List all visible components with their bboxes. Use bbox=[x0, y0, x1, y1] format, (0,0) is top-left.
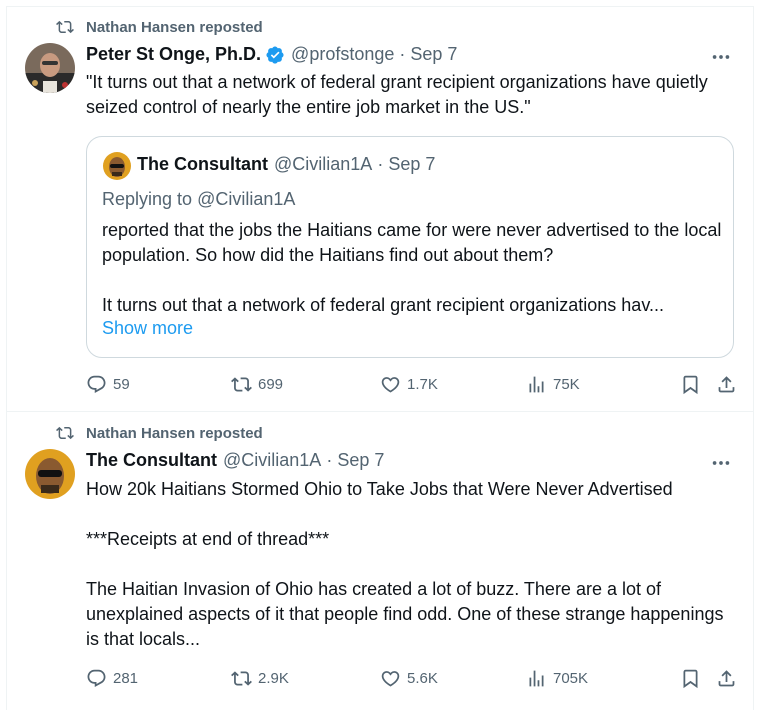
views-icon bbox=[529, 670, 544, 687]
tweet-text: "It turns out that a network of federal … bbox=[86, 72, 713, 117]
tweet[interactable]: Nathan Hansen reposted Peter St Onge, Ph… bbox=[6, 6, 754, 412]
author-handle[interactable]: @Civilian1A bbox=[223, 450, 321, 471]
tweet-header: Peter St Onge, Ph.D. @profstonge · Sep 7 bbox=[86, 44, 457, 65]
share-icon bbox=[718, 670, 735, 687]
action-bar: 281 2.9K 5.6K 705K bbox=[86, 668, 740, 692]
quoted-author-handle: @Civilian1A bbox=[274, 154, 373, 174]
bookmark-icon bbox=[683, 669, 698, 689]
author-name[interactable]: Peter St Onge, Ph.D. bbox=[86, 44, 261, 65]
repost-button[interactable]: 2.9K bbox=[231, 668, 289, 689]
share-button[interactable] bbox=[716, 668, 737, 689]
share-button[interactable] bbox=[716, 374, 737, 395]
tweet[interactable]: Nathan Hansen reposted The Consultant @C… bbox=[6, 412, 754, 710]
repost-context[interactable]: Nathan Hansen reposted bbox=[56, 18, 263, 36]
repost-icon bbox=[231, 377, 252, 392]
quoted-text: reported that the jobs the Haitians came… bbox=[102, 220, 722, 315]
tweet-header: The Consultant @Civilian1A · Sep 7 bbox=[86, 450, 384, 471]
separator: · bbox=[377, 154, 384, 174]
more-icon[interactable] bbox=[710, 46, 732, 68]
repost-count: 2.9K bbox=[258, 670, 289, 687]
repost-icon bbox=[56, 20, 74, 34]
reply-count: 59 bbox=[113, 376, 130, 393]
reply-button[interactable]: 281 bbox=[86, 668, 138, 689]
reply-icon bbox=[87, 669, 106, 687]
replying-to: Replying to @Civilian1A bbox=[102, 189, 295, 210]
views-button[interactable]: 705K bbox=[526, 668, 588, 689]
views-count: 75K bbox=[553, 376, 580, 393]
tweet-text: How 20k Haitians Stormed Ohio to Take Jo… bbox=[86, 479, 724, 649]
repost-button[interactable]: 699 bbox=[231, 374, 283, 395]
like-button[interactable]: 5.6K bbox=[380, 668, 438, 689]
bookmark-button[interactable] bbox=[680, 374, 701, 395]
quoted-timestamp: Sep 7 bbox=[388, 154, 436, 174]
repost-context[interactable]: Nathan Hansen reposted bbox=[56, 424, 263, 442]
timestamp[interactable]: Sep 7 bbox=[410, 44, 457, 65]
views-count: 705K bbox=[553, 670, 589, 687]
share-icon bbox=[718, 376, 735, 393]
avatar[interactable] bbox=[25, 43, 75, 93]
like-icon bbox=[381, 377, 400, 393]
replying-prefix: Replying to bbox=[102, 189, 198, 209]
quoted-avatar bbox=[103, 152, 131, 180]
quoted-author-name: The Consultant bbox=[137, 154, 268, 174]
verified-badge-icon[interactable] bbox=[265, 45, 285, 65]
quoted-header: The Consultant @Civilian1A · Sep 7 bbox=[137, 154, 435, 175]
repost-label: Nathan Hansen reposted bbox=[86, 424, 263, 442]
separator: · bbox=[399, 44, 406, 64]
author-name[interactable]: The Consultant bbox=[86, 450, 217, 471]
avatar[interactable] bbox=[25, 449, 75, 499]
bookmark-icon bbox=[683, 375, 698, 395]
separator: · bbox=[326, 450, 333, 470]
like-icon bbox=[381, 671, 400, 687]
quoted-tweet[interactable]: The Consultant @Civilian1A · Sep 7 Reply… bbox=[86, 136, 734, 358]
timestamp[interactable]: Sep 7 bbox=[337, 450, 384, 471]
more-icon[interactable] bbox=[710, 452, 732, 474]
show-more-link[interactable]: Show more bbox=[102, 318, 193, 339]
repost-icon bbox=[231, 671, 252, 686]
views-icon bbox=[529, 376, 544, 393]
repost-count: 699 bbox=[258, 376, 284, 393]
like-count: 1.7K bbox=[407, 376, 438, 393]
repost-label: Nathan Hansen reposted bbox=[86, 18, 263, 36]
like-button[interactable]: 1.7K bbox=[380, 374, 438, 395]
repost-icon bbox=[56, 426, 74, 440]
reply-button[interactable]: 59 bbox=[86, 374, 130, 395]
action-bar: 59 699 1.7K 75K bbox=[86, 374, 740, 398]
like-count: 5.6K bbox=[407, 670, 438, 687]
replying-mention[interactable]: @Civilian1A bbox=[197, 189, 295, 209]
reply-count: 281 bbox=[113, 670, 139, 687]
author-handle[interactable]: @profstonge bbox=[291, 44, 394, 65]
views-button[interactable]: 75K bbox=[526, 374, 580, 395]
reply-icon bbox=[87, 375, 106, 393]
bookmark-button[interactable] bbox=[680, 668, 701, 689]
